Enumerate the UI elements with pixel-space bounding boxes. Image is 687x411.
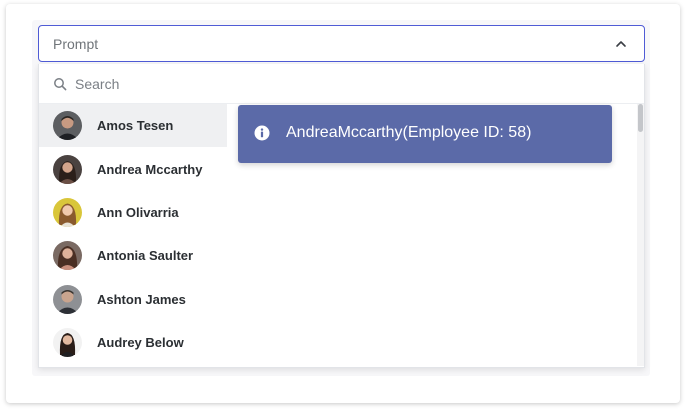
search-row: [39, 64, 644, 104]
employee-name: Andrea Mccarthy: [97, 161, 203, 177]
employee-name: Antonia Saulter: [97, 248, 194, 264]
scrollbar-thumb[interactable]: [638, 104, 643, 132]
list-item[interactable]: Ann Olivarria: [39, 191, 227, 234]
info-toast: AndreaMccarthy(Employee ID: 58): [238, 105, 612, 163]
employee-list: Amos Tesen Andrea Mccarthy Ann Olivarria…: [39, 104, 227, 364]
list-item[interactable]: Antonia Saulter: [39, 234, 227, 277]
list-item[interactable]: Andrea Mccarthy: [39, 147, 227, 190]
search-input[interactable]: [75, 73, 615, 95]
list-item[interactable]: Ashton James: [39, 278, 227, 321]
avatar: [53, 154, 82, 184]
avatar: [53, 284, 82, 314]
info-icon: [254, 125, 270, 141]
scrollbar[interactable]: [637, 104, 644, 366]
list-item[interactable]: Amos Tesen: [39, 104, 227, 148]
prompt-placeholder: Prompt: [53, 36, 99, 52]
employee-name: Ashton James: [97, 291, 186, 307]
toast-message: AndreaMccarthy(Employee ID: 58): [286, 124, 532, 141]
list-item[interactable]: Audrey Below: [39, 321, 227, 364]
avatar: [53, 111, 82, 141]
employee-name: Audrey Below: [97, 335, 184, 351]
search-icon: [53, 77, 67, 91]
employee-name: Ann Olivarria: [97, 204, 179, 220]
avatar: [53, 241, 82, 271]
chevron-up-icon[interactable]: [614, 37, 628, 51]
avatar: [53, 197, 82, 227]
prompt-combobox[interactable]: Prompt: [38, 25, 645, 62]
avatar: [53, 328, 82, 358]
employee-name: Amos Tesen: [97, 118, 174, 134]
